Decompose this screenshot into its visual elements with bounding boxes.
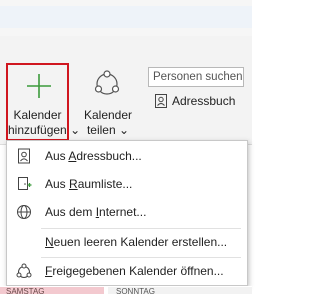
add-calendar-dropdown: Aus Adressbuch... Aus Raumliste... Aus d…	[6, 140, 248, 286]
add-calendar-button[interactable]: Kalender hinzufügen ⌄	[6, 63, 81, 141]
menu-item-open-shared-calendar[interactable]: Freigegebenen Kalender öffnen...	[7, 258, 247, 284]
share-icon	[94, 70, 120, 95]
add-calendar-label-line2: hinzufügen ⌄	[8, 123, 81, 137]
menu-item-label: Neuen leeren Kalender erstellen...	[45, 235, 228, 249]
menu-item-label: Aus dem Internet...	[45, 205, 147, 219]
ribbon-tab-bar	[0, 6, 252, 28]
menu-item-label: Aus Raumliste...	[45, 177, 133, 191]
address-book-icon	[155, 94, 167, 108]
menu-item-from-room-list[interactable]: Aus Raumliste...	[7, 171, 247, 197]
day-header-sunday: SONNTAG	[108, 287, 252, 294]
menu-item-from-internet[interactable]: Aus dem Internet...	[7, 199, 247, 225]
share-calendar-button[interactable]: Kalender teilen ⌄	[83, 65, 133, 141]
share-calendar-label-line2: teilen ⌄	[86, 123, 130, 137]
share-calendar-label-line1: Kalender	[83, 108, 133, 122]
menu-item-new-blank-calendar[interactable]: Neuen leeren Kalender erstellen...	[7, 229, 247, 255]
chevron-down-icon: ⌄	[118, 123, 130, 137]
shared-calendar-icon	[16, 263, 32, 278]
globe-icon	[17, 205, 31, 219]
plus-icon	[27, 74, 51, 98]
chevron-down-icon: ⌄	[70, 123, 81, 137]
title-area	[0, 0, 252, 36]
people-search-input[interactable]: Personen suchen	[148, 67, 244, 87]
room-list-icon	[18, 177, 32, 190]
address-book-icon	[18, 148, 30, 164]
menu-item-label: Aus Adressbuch...	[45, 149, 142, 163]
menu-item-label: Freigegebenen Kalender öffnen...	[45, 264, 224, 278]
add-calendar-label-line1: Kalender	[13, 108, 62, 122]
menu-item-from-address-book[interactable]: Aus Adressbuch...	[7, 143, 247, 169]
day-header-saturday: SAMSTAG	[0, 287, 104, 294]
address-book-label: Adressbuch	[172, 94, 236, 108]
